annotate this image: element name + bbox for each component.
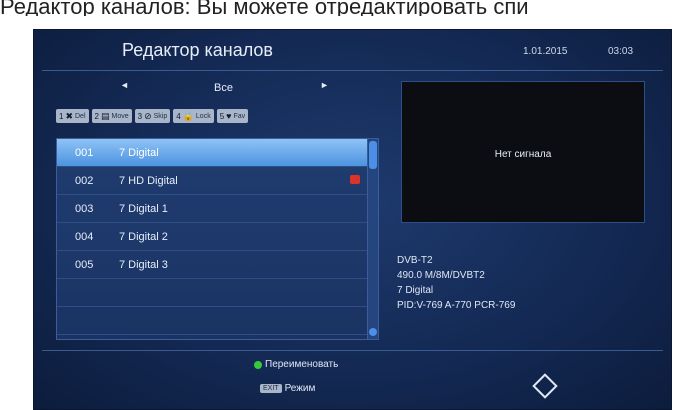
fkey-delete[interactable]: 1 ✖ Del [56, 109, 89, 123]
empty-row [57, 307, 368, 335]
exit-key-icon: EXIT [260, 384, 282, 393]
info-frequency: 490.0 M/8M/DVBT2 [397, 270, 485, 281]
channel-row[interactable]: 001 7 Digital [57, 139, 368, 167]
channel-row[interactable]: 005 7 Digital 3 [57, 251, 368, 279]
scroll-down-icon[interactable] [369, 328, 377, 336]
fkey-lock[interactable]: 4 🔒 Lock [173, 109, 214, 123]
channel-row[interactable]: 004 7 Digital 2 [57, 223, 368, 251]
channel-row[interactable]: 002 7 HD Digital [57, 167, 368, 195]
function-keys-bar: 1 ✖ Del 2 ▤ Move 3 ⊘ Skip 4 🔒 Lock 5 ♥ F… [56, 109, 391, 123]
group-selector[interactable]: ◄ Все ► [54, 80, 389, 96]
rename-hint[interactable]: Переименовать [254, 359, 338, 370]
header-date: 1.01.2015 [523, 46, 568, 57]
page-title: Редактор каналов [122, 40, 273, 60]
fkey-fav[interactable]: 5 ♥ Fav [216, 109, 249, 123]
footer-divider [42, 350, 663, 351]
empty-row [57, 279, 368, 307]
header-time: 03:03 [608, 46, 634, 57]
info-pids: PID:V-769 A-770 PCR-769 [397, 300, 516, 311]
lock-icon: 🔒 [182, 110, 194, 121]
channel-editor-screen: Редактор каналов 1.01.2015 03:03 ◄ Все ►… [33, 29, 672, 410]
info-channel-name: 7 Digital [397, 285, 434, 296]
green-button-icon [254, 360, 262, 369]
fkey-skip[interactable]: 3 ⊘ Skip [134, 109, 171, 123]
left-arrow-icon[interactable]: ◄ [120, 80, 129, 90]
fkey-move[interactable]: 2 ▤ Move [91, 109, 132, 123]
video-preview: Нет сигнала [401, 81, 645, 223]
lock-badge-icon [350, 175, 360, 184]
header-divider [42, 70, 663, 71]
skip-icon: ⊘ [144, 110, 152, 121]
list-scrollbar[interactable] [367, 138, 379, 340]
move-icon: ▤ [100, 110, 110, 121]
navigation-icon [532, 373, 558, 399]
right-arrow-icon[interactable]: ► [320, 80, 329, 90]
group-name: Все [214, 82, 233, 94]
channel-list: 001 7 Digital 002 7 HD Digital 003 7 Dig… [56, 138, 369, 340]
info-system: DVB-T2 [397, 255, 433, 266]
heart-icon: ♥ [226, 111, 232, 121]
mode-hint[interactable]: EXIT Режим [260, 383, 315, 394]
caption-text: Редактор каналов: Вы можете отредактиров… [0, 0, 529, 16]
channel-row[interactable]: 003 7 Digital 1 [57, 195, 368, 223]
scroll-thumb[interactable] [369, 141, 377, 169]
channel-info: DVB-T2 490.0 M/8M/DVBT2 7 Digital PID:V-… [397, 253, 515, 313]
no-signal-text: Нет сигнала [494, 149, 552, 160]
delete-icon: ✖ [65, 110, 73, 121]
